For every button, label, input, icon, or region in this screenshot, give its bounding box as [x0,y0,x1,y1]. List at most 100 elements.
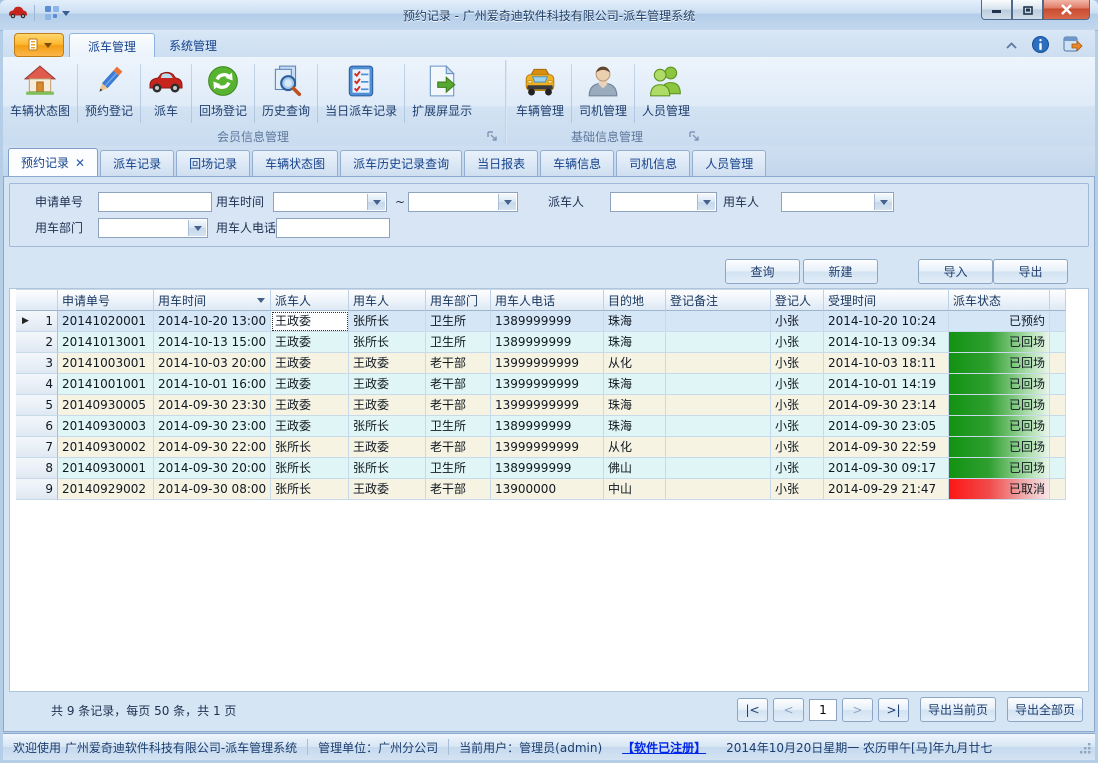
prev-page-button[interactable]: < [773,698,804,722]
row-header-cell[interactable]: 6 [16,416,58,437]
ribbon-tab-dispatch[interactable]: 派车管理 [69,33,155,58]
doc-tab-personnel-manage[interactable]: 人员管理 [692,150,766,176]
cell[interactable]: 王政委 [349,437,426,458]
cell[interactable]: 2014-10-13 15:00 [154,332,271,353]
cell[interactable]: 张所长 [349,311,426,332]
cell[interactable]: 王政委 [349,353,426,374]
cell[interactable]: 小张 [771,374,824,395]
export-all-pages-button[interactable]: 导出全部页 [1007,697,1083,722]
cell[interactable] [666,353,771,374]
next-page-button[interactable]: > [842,698,873,722]
column-header[interactable]: 用车部门 [426,289,491,311]
cell[interactable]: 20140930005 [58,395,154,416]
cell[interactable]: 13999999999 [491,353,604,374]
cell[interactable] [666,437,771,458]
column-header[interactable]: 用车时间 [154,289,271,311]
cell[interactable]: 20140929002 [58,479,154,500]
cell[interactable]: 张所长 [349,416,426,437]
chevron-down-icon[interactable] [498,194,516,210]
cell[interactable]: 王政委 [271,311,349,332]
status-cell[interactable]: 已回场 [949,458,1050,479]
page-number-input[interactable] [809,699,837,721]
column-header[interactable]: 目的地 [604,289,666,311]
doc-tab-vehicle-info[interactable]: 车辆信息 [540,150,614,176]
cell[interactable]: 1389999999 [491,416,604,437]
cell[interactable]: 珠海 [604,374,666,395]
cell[interactable]: 2014-09-30 08:00 [154,479,271,500]
cell[interactable]: 20140930003 [58,416,154,437]
row-header-cell[interactable]: 9 [16,479,58,500]
ribbon-button-vehicle-manage[interactable]: 车辆管理 [509,60,571,127]
cell[interactable]: 老干部 [426,395,491,416]
group-dialog-launcher-icon[interactable] [487,130,497,144]
use-time-to-combo[interactable] [408,192,518,212]
cell[interactable]: 王政委 [349,479,426,500]
dispatcher-combo[interactable] [610,192,717,212]
column-header[interactable]: 用车人电话 [491,289,604,311]
cell[interactable]: 王政委 [271,374,349,395]
table-row[interactable]: 9201409290022014-09-30 08:00张所长王政委老干部139… [16,479,1066,500]
cell[interactable]: 小张 [771,332,824,353]
cell[interactable]: 小张 [771,416,824,437]
cell[interactable]: 珠海 [604,311,666,332]
cell[interactable]: 张所长 [271,458,349,479]
ribbon-button-dispatch-car[interactable]: 派车 [141,60,191,127]
ribbon-tab-system[interactable]: 系统管理 [151,33,235,57]
cell[interactable]: 王政委 [271,395,349,416]
cell[interactable]: 2014-09-30 22:00 [154,437,271,458]
cell[interactable] [666,311,771,332]
cell[interactable]: 2014-10-20 10:24 [824,311,949,332]
cell[interactable]: 王政委 [271,332,349,353]
cell[interactable]: 1389999999 [491,458,604,479]
query-button[interactable]: 查询 [725,259,800,284]
ribbon-button-extend-screen[interactable]: 扩展屏显示 [405,60,479,127]
table-row[interactable]: 5201409300052014-09-30 23:30王政委王政委老干部139… [16,395,1066,416]
cell[interactable]: 2014-10-03 18:11 [824,353,949,374]
column-header[interactable]: 登记人 [771,289,824,311]
create-button[interactable]: 新建 [803,259,878,284]
cell[interactable]: 小张 [771,479,824,500]
cell[interactable]: 小张 [771,437,824,458]
cell[interactable]: 1389999999 [491,332,604,353]
collapse-ribbon-icon[interactable] [1005,39,1018,53]
cell[interactable]: 20140930002 [58,437,154,458]
ribbon-button-daily-dispatch[interactable]: 当日派车记录 [318,60,404,127]
cell[interactable]: 2014-09-30 09:17 [824,458,949,479]
doc-tab-reservation-records[interactable]: 预约记录 ✕ [8,148,98,176]
column-header[interactable]: 登记备注 [666,289,771,311]
cell[interactable]: 珠海 [604,332,666,353]
cell[interactable]: 2014-10-13 09:34 [824,332,949,353]
cell[interactable]: 20141001001 [58,374,154,395]
table-row[interactable]: 8201409300012014-09-30 20:00张所长张所长卫生所138… [16,458,1066,479]
ribbon-button-return-register[interactable]: 回场登记 [192,60,254,127]
cell[interactable]: 王政委 [271,416,349,437]
cell[interactable]: 王政委 [349,395,426,416]
doc-tab-dispatch-records[interactable]: 派车记录 [100,150,174,176]
cell[interactable]: 2014-10-01 16:00 [154,374,271,395]
cell[interactable]: 2014-09-30 23:00 [154,416,271,437]
cell[interactable]: 2014-09-30 23:30 [154,395,271,416]
cell[interactable]: 张所长 [271,479,349,500]
ribbon-button-driver-manage[interactable]: 司机管理 [572,60,634,127]
doc-tab-driver-info[interactable]: 司机信息 [616,150,690,176]
cell[interactable]: 小张 [771,458,824,479]
cell[interactable] [666,374,771,395]
cell[interactable]: 2014-09-30 23:14 [824,395,949,416]
cell[interactable]: 中山 [604,479,666,500]
row-header-cell[interactable]: 3 [16,353,58,374]
cell[interactable]: 小张 [771,353,824,374]
cell[interactable]: 13999999999 [491,395,604,416]
column-header[interactable]: 用车人 [349,289,426,311]
chevron-down-icon[interactable] [188,220,206,236]
car-user-combo[interactable] [781,192,894,212]
table-row[interactable]: 2201410130012014-10-13 15:00王政委张所长卫生所138… [16,332,1066,353]
doc-tab-return-records[interactable]: 回场记录 [176,150,250,176]
cell[interactable] [666,479,771,500]
status-cell[interactable]: 已回场 [949,437,1050,458]
cell[interactable]: 卫生所 [426,416,491,437]
ribbon-button-personnel-manage[interactable]: 人员管理 [635,60,697,127]
cell[interactable]: 2014-10-03 20:00 [154,353,271,374]
ribbon-button-history-search[interactable]: 历史查询 [255,60,317,127]
status-cell[interactable]: 已回场 [949,395,1050,416]
ribbon-button-reservation-register[interactable]: 预约登记 [78,60,140,127]
